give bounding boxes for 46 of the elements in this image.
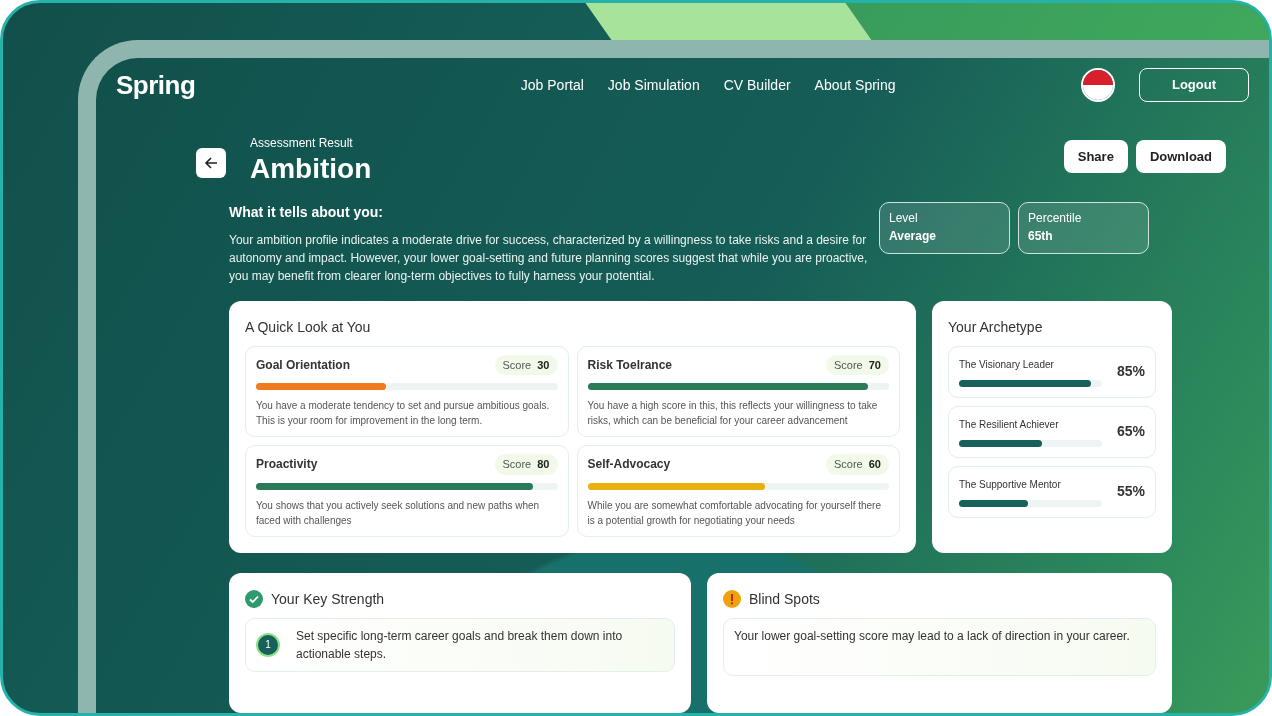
trait-description: You have a high score in this, this reflects your willingness to take risks, which can be beneficial for your career advancement: [587, 399, 879, 429]
warning-icon: [723, 590, 741, 609]
action-button[interactable]: Share: [1063, 140, 1128, 173]
archetype-name: The Resilient Achiever: [959, 417, 1060, 432]
card-title: A Quick Look at You: [245, 317, 372, 337]
score-pill: Score 30: [494, 354, 558, 376]
arrow-left-icon: [204, 156, 218, 170]
page-title: Ambition: [250, 152, 372, 186]
nav-link[interactable]: Job Portal: [520, 74, 584, 96]
summary-text: Your ambition profile indicates a moderate drive for success, characterized by a willingness to take risks and a desire for autonomy and impact. However, your lower goal-setting and future planning scores suggest that while you are proactive, you may benefit from clearer long-term objectives to fully harness your potential.: [229, 231, 869, 285]
trait-description: You shows that you actively seek solutions and new paths when faced with challenges: [256, 498, 541, 528]
trait-name: Self-Advocacy: [587, 456, 671, 474]
trait-description: You have a moderate tendency to set and pursue ambitious goals. This is your room for improvement in the long term.: [256, 399, 551, 429]
stat-value: 65th: [1028, 227, 1054, 245]
logout-button[interactable]: Logout: [1139, 68, 1249, 102]
nav-link[interactable]: Job Simulation: [607, 74, 700, 96]
stat-label: Percentile: [1028, 209, 1083, 227]
archetype-name: The Visionary Leader: [959, 357, 1055, 372]
blind-spot-text: Your lower goal-setting score may lead to a lack of direction in your career.: [723, 617, 1156, 676]
stat-value: Average: [889, 227, 937, 245]
trait-name: Goal Orientation: [256, 356, 350, 374]
number-badge: 1: [256, 632, 280, 657]
trait-name: Proactivity: [256, 456, 318, 474]
check-icon: [245, 590, 263, 609]
card-title: Your Archetype: [948, 317, 1044, 337]
score-pill: Score 60: [826, 454, 889, 475]
card-title: Your Key Strength: [271, 589, 385, 609]
score-pill: Score 80: [494, 454, 558, 475]
action-button[interactable]: Download: [1135, 140, 1226, 173]
card-title: Blind Spots: [749, 589, 820, 609]
strength-text: Set specific long-term career goals and break them down into actionable steps.: [296, 627, 624, 663]
nav-link[interactable]: CV Builder: [723, 74, 791, 96]
flag-icon[interactable]: [1081, 68, 1115, 102]
page-eyebrow: Assessment Result: [250, 135, 354, 152]
trait-description: While you are somewhat comfortable advocating for yourself there is a potential growth for negotiating your needs: [587, 498, 882, 528]
archetype-percent: 55%: [1116, 482, 1145, 502]
logo[interactable]: Spring: [116, 65, 196, 105]
score-pill: Score 70: [826, 354, 889, 376]
trait-name: Risk Toelrance: [587, 356, 672, 374]
nav-link[interactable]: About Spring: [814, 74, 896, 96]
back-button[interactable]: [196, 148, 226, 178]
archetype-percent: 65%: [1116, 422, 1145, 442]
archetype-name: The Supportive Mentor: [959, 477, 1062, 492]
stat-label: Level: [889, 209, 919, 227]
archetype-percent: 85%: [1116, 362, 1145, 382]
section-heading: What it tells about you:: [229, 202, 384, 222]
